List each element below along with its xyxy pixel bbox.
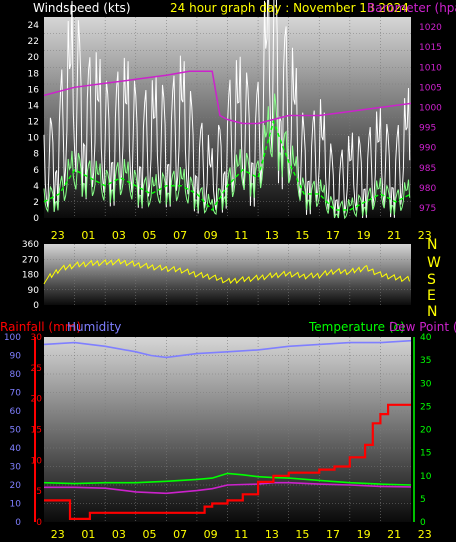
wind-y-tick: 2 [33, 198, 39, 208]
panel3-x-tick: 17 [326, 528, 340, 541]
wind-y-tick: 6 [33, 166, 39, 176]
wind-y-tick: 18 [28, 69, 40, 79]
panel3-x-tick: 21 [387, 528, 401, 541]
panel3-x-tick: 03 [112, 528, 126, 541]
compass-s: S [427, 272, 436, 288]
panel3-x-tick: 07 [173, 528, 187, 541]
barometer-y-tick: 1000 [419, 103, 442, 113]
wind-y-tick: 12 [28, 118, 39, 128]
humidity-y-tick: 80 [10, 370, 22, 380]
temperature-y-tick: 40 [420, 333, 432, 343]
temperature-y-tick: 35 [420, 356, 431, 366]
wind-y-tick: 10 [28, 134, 40, 144]
rainfall-y-tick: 5 [36, 487, 42, 497]
direction-y-tick: 270 [22, 255, 39, 265]
wind-y-tick: 8 [33, 150, 39, 160]
wind-x-tick: 19 [357, 229, 371, 242]
temperature-y-tick: 5 [420, 495, 426, 505]
wind-x-tick: 09 [204, 229, 218, 242]
wind-x-tick: 15 [295, 229, 309, 242]
compass-n-top: N [427, 237, 438, 253]
wind-x-tick: 11 [234, 229, 248, 242]
humidity-title: Humidity [67, 320, 122, 334]
barometer-y-tick: 1015 [419, 43, 442, 53]
panel3-x-tick: 19 [357, 528, 371, 541]
barometer-y-tick: 1010 [419, 63, 442, 73]
panel3-x-tick: 09 [204, 528, 218, 541]
rainfall-y-tick: 30 [31, 333, 43, 343]
temperature-y-tick: 20 [420, 426, 432, 436]
rainfall-y-tick: 15 [31, 426, 42, 436]
wind-x-tick: 05 [143, 229, 157, 242]
wind-x-tick: 07 [173, 229, 187, 242]
barometer-title: Barometer (hpa) [367, 1, 456, 15]
wind-y-tick: 14 [28, 101, 40, 111]
rainfall-y-tick: 0 [36, 518, 42, 528]
dew-point-title: Dew Point (c) [389, 320, 456, 334]
panel3-x-tick: 23 [418, 528, 432, 541]
wind-y-tick: 24 [28, 21, 40, 31]
rainfall-y-tick: 25 [31, 364, 42, 374]
wind-x-tick: 17 [326, 229, 340, 242]
barometer-y-tick: 995 [419, 124, 436, 134]
barometer-y-tick: 1005 [419, 83, 442, 93]
barometer-y-tick: 990 [419, 144, 436, 154]
temperature-y-tick: 30 [420, 379, 432, 389]
humidity-y-tick: 20 [10, 481, 22, 491]
humidity-y-tick: 50 [10, 426, 22, 436]
compass-n-bottom: N [427, 304, 438, 320]
wind-y-tick: 22 [28, 37, 39, 47]
wind-y-tick: 20 [28, 53, 40, 63]
wind-y-tick: 16 [28, 85, 40, 95]
humidity-y-tick: 30 [10, 463, 22, 473]
humidity-y-tick: 90 [10, 352, 22, 362]
temperature-y-tick: 0 [420, 518, 426, 528]
humidity-y-tick: 0 [15, 518, 21, 528]
humidity-y-tick: 10 [10, 500, 22, 510]
humidity-y-tick: 40 [10, 444, 22, 454]
humidity-y-tick: 100 [4, 333, 21, 343]
wind-x-tick: 21 [387, 229, 401, 242]
wind-x-tick: 03 [112, 229, 126, 242]
barometer-y-tick: 985 [419, 164, 436, 174]
panel3-x-tick: 15 [295, 528, 309, 541]
temperature-y-tick: 15 [420, 449, 431, 459]
wind-x-tick: 01 [81, 229, 95, 242]
wind-x-tick: 23 [51, 229, 65, 242]
panel3-x-tick: 13 [265, 528, 279, 541]
panel3-x-tick: 05 [143, 528, 157, 541]
rainfall-y-tick: 10 [31, 456, 43, 466]
direction-y-tick: 180 [22, 271, 39, 281]
panel3-x-tick: 11 [234, 528, 248, 541]
direction-y-tick: 90 [28, 286, 40, 296]
temperature-y-tick: 25 [420, 402, 431, 412]
panel3-x-tick: 01 [81, 528, 95, 541]
rainfall-y-tick: 20 [31, 395, 43, 405]
panel3-x-tick: 23 [51, 528, 65, 541]
humidity-y-tick: 60 [10, 407, 22, 417]
compass-w: W [427, 255, 441, 271]
direction-y-tick: 360 [22, 240, 39, 250]
barometer-y-tick: 1020 [419, 23, 442, 33]
barometer-y-tick: 980 [419, 184, 436, 194]
compass-e: E [427, 288, 436, 304]
wind-y-tick: 0 [33, 214, 39, 224]
barometer-y-tick: 975 [419, 204, 436, 214]
weather-charts: 0246810121416182022249759809859909951000… [4, 0, 442, 541]
humidity-y-tick: 70 [10, 389, 22, 399]
wind-x-tick: 13 [265, 229, 279, 242]
windspeed-title: Windspeed (kts) [33, 1, 131, 15]
temperature-y-tick: 10 [420, 472, 432, 482]
direction-y-tick: 0 [33, 301, 39, 311]
wind-y-tick: 4 [33, 182, 39, 192]
